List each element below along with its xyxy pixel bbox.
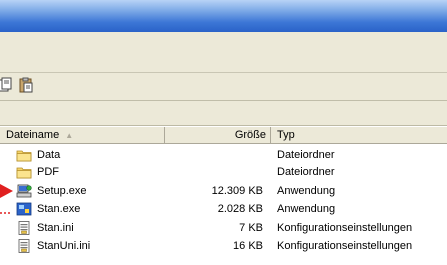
folder-icon	[16, 165, 32, 179]
app-exe-icon	[16, 202, 32, 216]
file-type: Anwendung	[277, 185, 336, 197]
column-header-type[interactable]: Typ	[271, 127, 447, 143]
menu-bar	[0, 32, 447, 73]
column-header-name[interactable]: Dateiname ▲	[0, 127, 165, 143]
paste-icon[interactable]	[18, 77, 34, 93]
file-row-stan-ini[interactable]: Stan.ini 7 KB Konfigurationseinstellunge…	[0, 220, 447, 236]
file-name: Data	[37, 149, 61, 161]
column-header: Dateiname ▲ Größe Typ	[0, 126, 447, 144]
folder-icon	[16, 148, 32, 162]
file-type: Konfigurationseinstellungen	[277, 240, 413, 252]
file-type: Dateiordner	[277, 166, 335, 178]
file-size: 2.028 KB	[217, 203, 263, 215]
file-row-pdf[interactable]: PDF Dateiordner	[0, 164, 447, 180]
file-size: 16 KB	[233, 240, 263, 252]
file-name: PDF	[37, 166, 59, 178]
column-header-size[interactable]: Größe	[165, 127, 271, 143]
column-size-label: Größe	[234, 129, 266, 141]
file-row-stan-exe[interactable]: Stan.exe 2.028 KB Anwendung	[0, 201, 447, 217]
address-bar	[0, 101, 447, 126]
setup-exe-icon	[16, 184, 32, 198]
file-row-stanuni-ini[interactable]: StanUni.ini 16 KB Konfigurationseinstell…	[0, 238, 447, 254]
window-titlebar	[0, 0, 447, 32]
file-type: Konfigurationseinstellungen	[277, 222, 413, 234]
file-row-setup-exe[interactable]: Setup.exe 12.309 KB Anwendung	[0, 183, 447, 199]
file-type: Dateiordner	[277, 149, 335, 161]
ini-file-icon	[16, 221, 32, 235]
file-name: Stan.ini	[37, 222, 74, 234]
ini-file-icon	[16, 239, 32, 253]
red-arrow-pointer-icon	[0, 184, 14, 201]
file-name: Stan.exe	[37, 203, 81, 215]
file-name: StanUni.ini	[37, 240, 91, 252]
file-size: 12.309 KB	[211, 185, 263, 197]
file-type: Anwendung	[277, 203, 336, 215]
dashed-arrow-pointer-icon	[0, 207, 14, 222]
column-name-label: Dateiname	[6, 129, 60, 141]
file-size: 7 KB	[239, 222, 263, 234]
sort-ascending-icon: ▲	[65, 131, 74, 140]
file-name: Setup.exe	[37, 185, 87, 197]
copy-icon[interactable]	[0, 77, 12, 93]
file-list: Dateiname ▲ Größe Typ Data Dateiordner P…	[0, 126, 447, 265]
toolbar	[0, 73, 447, 101]
column-type-label: Typ	[277, 129, 295, 141]
file-row-data[interactable]: Data Dateiordner	[0, 147, 447, 163]
